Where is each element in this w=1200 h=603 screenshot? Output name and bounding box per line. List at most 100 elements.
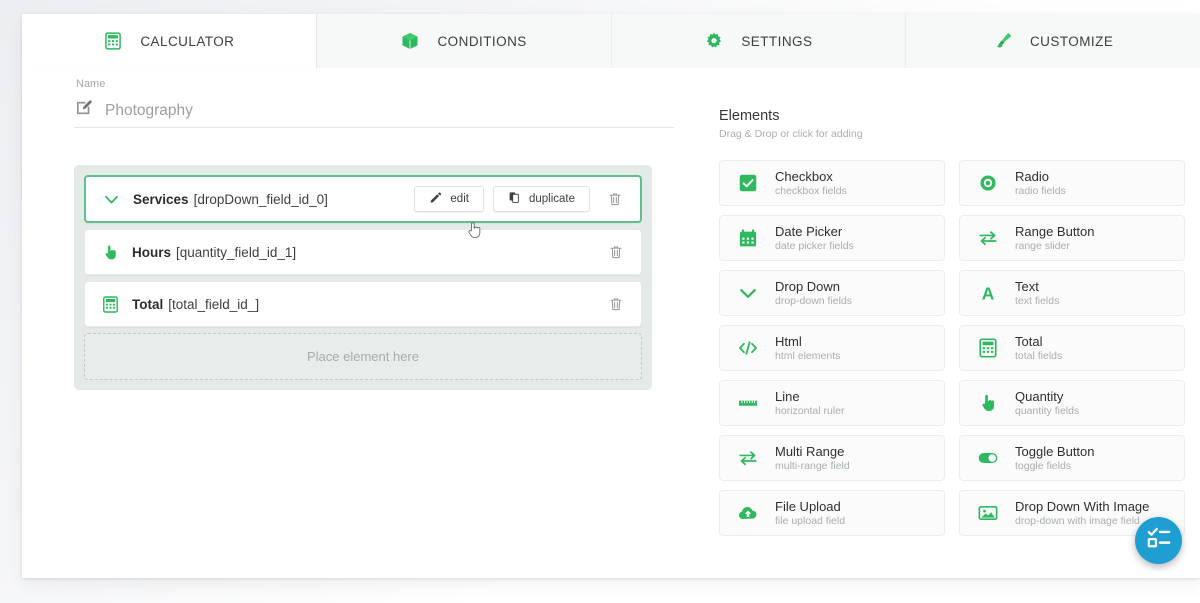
brush-icon xyxy=(993,31,1013,51)
element-card-html[interactable]: Html html elements xyxy=(719,325,945,371)
element-card-title: Total xyxy=(1015,334,1043,349)
tab-label: SETTINGS xyxy=(741,33,813,49)
svg-text:A: A xyxy=(982,283,995,303)
duplicate-button-label: duplicate xyxy=(528,193,575,205)
app-page: CALCULATOR CONDITIONS SETTINGS CUSTOMIZE… xyxy=(0,0,1200,603)
tab-label: CONDITIONS xyxy=(437,33,527,49)
element-card-range-button[interactable]: Range Button range slider xyxy=(959,215,1185,261)
drop-zone[interactable]: Place element here xyxy=(84,333,642,380)
element-card-subtitle: html elements xyxy=(775,350,841,362)
element-card-text-field[interactable]: A Text text fields xyxy=(959,270,1185,316)
left-pane: Name Photography Services [dropDown_fiel… xyxy=(52,78,674,390)
element-card-subtitle: toggle fields xyxy=(1015,460,1072,472)
field-row-title: Services xyxy=(133,191,189,207)
element-card-text: Range Button range slider xyxy=(1015,224,1095,252)
survey-fab-button[interactable] xyxy=(1135,517,1182,564)
hand-pointer-icon xyxy=(101,243,120,262)
chevron-down-icon xyxy=(102,190,121,209)
element-card-title: Drop Down xyxy=(775,279,841,294)
edit-square-icon xyxy=(74,98,94,123)
element-card-subtitle: file upload field xyxy=(775,515,846,527)
checkbox-icon xyxy=(737,172,759,194)
element-card-text: File Upload file upload field xyxy=(775,499,845,527)
tab-conditions[interactable]: CONDITIONS xyxy=(316,14,612,68)
elements-panel: Elements Drag & Drop or click for adding… xyxy=(697,108,1187,536)
element-card-subtitle: multi-range field xyxy=(775,460,850,472)
element-card-quantity[interactable]: Quantity quantity fields xyxy=(959,380,1185,426)
element-card-multi-range[interactable]: Multi Range multi-range field xyxy=(719,435,945,481)
element-card-date-picker[interactable]: Date Picker date picker fields xyxy=(719,215,945,261)
element-card-text: Line horizontal ruler xyxy=(775,389,844,417)
tab-customize[interactable]: CUSTOMIZE xyxy=(906,14,1200,68)
element-card-toggle-button[interactable]: Toggle Button toggle fields xyxy=(959,435,1185,481)
delete-button[interactable] xyxy=(606,189,624,209)
element-card-subtitle: horizontal ruler xyxy=(775,405,845,417)
element-card-file-upload[interactable]: File Upload file upload field xyxy=(719,490,945,536)
element-card-text: Drop Down drop-down fields xyxy=(775,279,852,307)
field-row-services[interactable]: Services [dropDown_field_id_0] edit dupl… xyxy=(84,175,642,223)
calendar-icon xyxy=(737,227,759,249)
edit-button[interactable]: edit xyxy=(414,186,484,212)
element-card-title: File Upload xyxy=(775,499,841,514)
ruler-icon xyxy=(737,392,759,414)
element-card-text: Date Picker date picker fields xyxy=(775,224,854,252)
field-row-hours[interactable]: Hours [quantity_field_id_1] xyxy=(84,229,642,275)
element-card-subtitle: drop-down fields xyxy=(775,295,853,307)
tab-calculator[interactable]: CALCULATOR xyxy=(22,14,317,68)
element-card-checkbox[interactable]: Checkbox checkbox fields xyxy=(719,160,945,206)
toggle-on-icon xyxy=(977,447,999,469)
elements-grid: Checkbox checkbox fields Radio radio fie… xyxy=(719,160,1187,536)
field-row-id: [quantity_field_id_1] xyxy=(176,244,297,260)
element-card-title: Html xyxy=(775,334,802,349)
element-card-title: Multi Range xyxy=(775,444,845,459)
image-icon xyxy=(977,502,999,524)
delete-button[interactable] xyxy=(607,294,625,314)
elements-panel-subtitle: Drag & Drop or click for adding xyxy=(719,128,863,140)
letter-a-icon: A xyxy=(977,282,999,304)
pencil-icon xyxy=(429,191,442,207)
element-card-title: Range Button xyxy=(1015,224,1095,239)
elements-panel-title: Elements xyxy=(719,108,780,124)
cloud-upload-icon xyxy=(737,502,759,524)
calculator-icon xyxy=(977,337,999,359)
box-icon xyxy=(400,31,420,51)
element-card-subtitle: total fields xyxy=(1015,350,1063,362)
gear-icon xyxy=(704,31,724,51)
element-card-subtitle: date picker fields xyxy=(775,240,854,252)
element-card-drop-down[interactable]: Drop Down drop-down fields xyxy=(719,270,945,316)
element-card-title: Date Picker xyxy=(775,224,843,239)
calculator-icon xyxy=(103,31,123,51)
element-card-line[interactable]: Line horizontal ruler xyxy=(719,380,945,426)
delete-button[interactable] xyxy=(607,242,625,262)
element-card-text: Checkbox checkbox fields xyxy=(775,169,847,197)
edit-button-label: edit xyxy=(450,193,469,205)
chevron-down-icon xyxy=(737,282,759,304)
element-card-title: Radio xyxy=(1015,169,1049,184)
element-card-subtitle: range slider xyxy=(1015,240,1070,252)
hand-pointer-icon xyxy=(977,392,999,414)
element-card-text: Html html elements xyxy=(775,334,840,362)
duplicate-button[interactable]: duplicate xyxy=(492,186,590,212)
element-card-title: Checkbox xyxy=(775,169,833,184)
copy-icon xyxy=(508,191,521,207)
tab-label: CALCULATOR xyxy=(140,33,235,49)
code-icon xyxy=(737,337,759,359)
radio-icon xyxy=(977,172,999,194)
field-row-total[interactable]: Total [total_field_id_] xyxy=(84,281,642,327)
tab-label: CUSTOMIZE xyxy=(1029,33,1114,49)
name-input-value: Photography xyxy=(105,101,193,119)
element-card-title: Line xyxy=(775,389,800,404)
element-card-title: Text xyxy=(1015,279,1039,294)
element-card-radio[interactable]: Radio radio fields xyxy=(959,160,1185,206)
element-card-title: Drop Down With Image xyxy=(1015,499,1150,514)
tab-settings[interactable]: SETTINGS xyxy=(611,14,907,68)
element-card-subtitle: quantity fields xyxy=(1015,405,1080,417)
element-card-total[interactable]: Total total fields xyxy=(959,325,1185,371)
field-list: Services [dropDown_field_id_0] edit dupl… xyxy=(74,165,652,390)
name-input[interactable]: Photography xyxy=(74,96,674,128)
calculator-icon xyxy=(101,295,120,314)
element-card-subtitle: radio fields xyxy=(1015,185,1066,197)
field-row-id: [total_field_id_] xyxy=(168,296,260,312)
element-card-text: Text text fields xyxy=(1015,279,1059,307)
element-card-text: Toggle Button toggle fields xyxy=(1015,444,1095,472)
